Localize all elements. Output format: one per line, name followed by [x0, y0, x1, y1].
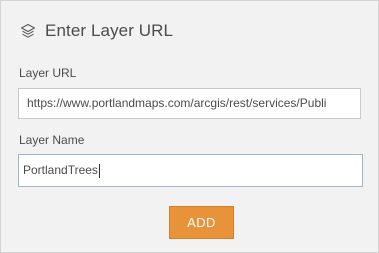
- add-button[interactable]: ADD: [169, 206, 234, 239]
- add-layer-panel: Enter Layer URL Layer URL https://www.po…: [0, 0, 379, 253]
- layer-name-input[interactable]: PortlandTrees: [18, 154, 363, 187]
- panel-header: Enter Layer URL: [20, 19, 173, 43]
- layer-url-value: https://www.portlandmaps.com/arcgis/rest…: [27, 96, 327, 110]
- layer-name-label: Layer Name: [19, 133, 85, 147]
- text-caret: [98, 163, 100, 178]
- panel-title: Enter Layer URL: [45, 21, 174, 40]
- layer-url-label: Layer URL: [19, 66, 77, 80]
- layers-icon: [20, 23, 36, 39]
- layer-name-value: PortlandTrees: [23, 163, 98, 177]
- layer-url-input[interactable]: https://www.portlandmaps.com/arcgis/rest…: [18, 88, 361, 119]
